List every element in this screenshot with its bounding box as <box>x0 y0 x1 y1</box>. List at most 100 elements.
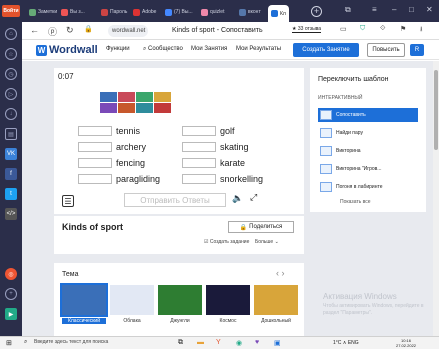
hamburger-menu-icon[interactable]: ☰ <box>62 195 74 207</box>
browser-tab[interactable]: Adobe <box>130 4 159 20</box>
drop-target[interactable] <box>182 126 216 136</box>
picture-tile[interactable] <box>136 103 153 113</box>
theme-label: Джунгли <box>170 318 190 324</box>
submit-answers-button[interactable]: Отправить Ответы <box>124 193 226 207</box>
url-field[interactable]: wordwall.net <box>108 25 148 37</box>
theme-thumbnail[interactable] <box>60 283 108 317</box>
sound-icon[interactable]: 🔈 <box>232 193 243 204</box>
new-tab-button[interactable]: + <box>311 6 322 17</box>
share-button[interactable]: 🔒 Поделиться <box>228 221 294 233</box>
taskbar-search-input[interactable]: Введите здесь текст для поиска <box>34 339 108 345</box>
theme-thumbnail[interactable] <box>254 285 298 315</box>
browser-tab[interactable]: вконт <box>236 4 264 20</box>
chrome-icon[interactable]: ◉ <box>236 339 242 347</box>
drop-target[interactable] <box>78 142 112 152</box>
drop-target[interactable] <box>182 158 216 168</box>
browser-sidebar: ⌂ ☆ ◷ ▷ ↓ ▤ VK f t </> ◎ + ▶ <box>0 22 22 336</box>
lock-icon: 🔒 <box>84 26 93 33</box>
drop-target[interactable] <box>182 142 216 152</box>
theme-thumbnail[interactable] <box>158 285 202 315</box>
browser-tab[interactable]: quizlet <box>198 4 227 20</box>
app-icon[interactable]: ▶ <box>5 308 17 320</box>
weather-tray[interactable]: 1°C ∧ ENG <box>333 340 359 346</box>
template-option[interactable]: Сопоставить <box>318 108 418 122</box>
extension-icon[interactable]: ⚑ <box>400 25 406 33</box>
facebook-icon[interactable]: f <box>5 168 17 180</box>
fullscreen-icon[interactable]: ⤢ <box>250 192 257 203</box>
wordwall-logo[interactable]: W Wordwall <box>36 44 98 56</box>
show-all-link[interactable]: Показать все <box>340 199 371 205</box>
drop-target[interactable] <box>78 174 112 184</box>
template-option[interactable]: Викторина <box>318 144 418 158</box>
template-option[interactable]: Погоня в лабиринте <box>318 180 418 194</box>
upgrade-button[interactable]: Повысить <box>367 43 405 57</box>
star-icon[interactable]: ☆ <box>5 48 17 60</box>
picture-tile[interactable] <box>154 103 171 113</box>
windows-start-icon[interactable]: ⊞ <box>6 339 12 347</box>
embed-icon[interactable]: </> <box>5 208 17 220</box>
yandex-login-button[interactable]: Войти <box>2 5 20 17</box>
drop-target[interactable] <box>78 158 112 168</box>
protect-icon[interactable]: ⓟ <box>48 25 57 38</box>
picture-tile[interactable] <box>118 92 135 102</box>
nav-features[interactable]: Функции <box>106 46 130 52</box>
theme-nav-arrows[interactable]: ‹ › <box>276 268 285 278</box>
maximize-icon[interactable]: □ <box>409 5 414 14</box>
drop-target[interactable] <box>182 174 216 184</box>
store-icon[interactable]: ▣ <box>274 339 281 347</box>
drop-target[interactable] <box>78 126 112 136</box>
add-icon[interactable]: + <box>5 288 17 300</box>
app-taskbar-icon[interactable]: ♥ <box>255 339 259 346</box>
downloads-icon[interactable]: ↓ <box>5 108 17 120</box>
browser-tab[interactable]: Кл <box>268 5 289 22</box>
download-icon[interactable]: ⭳ <box>420 25 422 36</box>
home-icon[interactable]: ⌂ <box>5 28 17 40</box>
clock-date: 27.02.2022 <box>396 343 417 348</box>
yandex-browser-icon[interactable]: Y <box>216 339 221 346</box>
minimize-icon[interactable]: – <box>392 5 396 14</box>
picture-tile[interactable] <box>100 92 117 102</box>
tab-label: (7) Вы... <box>174 9 193 15</box>
theme-thumbnail[interactable] <box>206 285 250 315</box>
clock[interactable]: 10:16 27.02.2022 <box>396 338 416 348</box>
reviews-link[interactable]: ★ 33 отзыва <box>292 26 322 33</box>
browser-tab[interactable]: Вы з... <box>58 4 88 20</box>
word-label: golf <box>220 126 235 136</box>
word-label: paragliding <box>116 174 161 184</box>
nav-community[interactable]: ⌕ Сообщество <box>143 46 183 53</box>
collections-icon[interactable]: ⧉ <box>345 5 351 15</box>
close-icon[interactable]: ✕ <box>426 5 433 14</box>
create-task-link[interactable]: ☑ Создать задание <box>204 239 249 245</box>
notes-icon[interactable]: ▤ <box>5 128 17 140</box>
template-option[interactable]: Викторина "Игров... <box>318 162 418 176</box>
picture-tile[interactable] <box>118 103 135 113</box>
task-view-icon[interactable]: ⧉ <box>178 339 183 347</box>
browser-tab[interactable]: Заметки <box>26 4 60 20</box>
browser-tab[interactable]: (7) Вы... <box>162 4 196 20</box>
file-explorer-icon[interactable]: ▬ <box>197 339 204 346</box>
nav-my-results[interactable]: Мои Результаты <box>236 46 281 52</box>
picture-tile[interactable] <box>154 92 171 102</box>
picture-tile[interactable] <box>100 103 117 113</box>
play-icon[interactable]: ▷ <box>5 88 17 100</box>
picture-tile[interactable] <box>136 92 153 102</box>
history-icon[interactable]: ◷ <box>5 68 17 80</box>
vk-icon[interactable]: VK <box>5 148 17 160</box>
twitter-icon[interactable]: t <box>5 188 17 200</box>
avatar[interactable]: R <box>410 44 424 56</box>
browser-tab[interactable]: Пароль <box>98 4 130 20</box>
more-link[interactable]: Больше ⌄ <box>255 239 279 245</box>
shield-icon[interactable]: ⛉ <box>360 25 365 33</box>
translate-icon[interactable]: ⟐ <box>380 25 386 33</box>
reload-icon[interactable]: ↻ <box>66 25 74 36</box>
menu-icon[interactable]: ≡ <box>372 5 377 14</box>
scrollbar-thumb[interactable] <box>434 70 438 150</box>
alice-icon[interactable]: ◎ <box>5 268 17 280</box>
bookmark-icon[interactable]: ▭ <box>340 25 347 33</box>
create-activity-button[interactable]: Создать Занятие <box>293 43 359 57</box>
theme-thumbnail[interactable] <box>110 285 154 315</box>
back-icon[interactable]: ← <box>30 25 39 35</box>
nav-my-activities[interactable]: Мои Занятия <box>191 46 227 52</box>
image-row-top <box>100 92 171 102</box>
template-option[interactable]: Найди пару <box>318 126 418 140</box>
